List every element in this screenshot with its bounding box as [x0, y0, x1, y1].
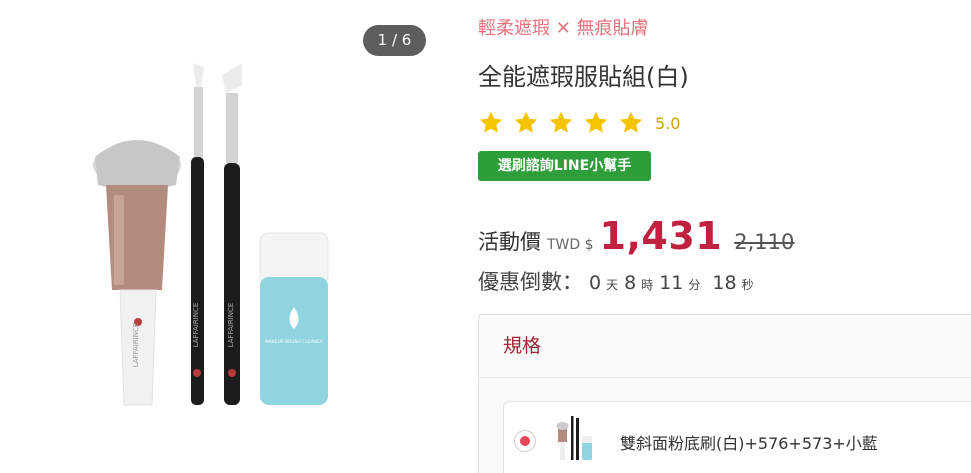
rating: 5.0 [478, 108, 680, 138]
sale-price: 1,431 [599, 214, 723, 258]
line-consult-button[interactable]: 選刷諮詢LINE小幫手 [478, 151, 651, 181]
star-icon [619, 111, 643, 133]
countdown-minutes-unit: 分 [688, 278, 701, 292]
product-tagline: 輕柔遮瑕 ✕ 無痕貼膚 [478, 18, 649, 39]
option-label: 雙斜面粉底刷(白)+576+573+小藍 [620, 434, 878, 453]
svg-text:LAFFAIRINCE: LAFFAIRINCE [192, 303, 200, 348]
product-gallery: LAFFAIRINCE LAFFAIRINCE LAFFAIRINCE MAKE… [0, 0, 460, 473]
countdown-days-unit: 天 [606, 278, 619, 292]
spec-panel: 規格 雙斜面粉底刷(白)+576+573+小藍 [478, 314, 971, 473]
option-radio[interactable] [514, 430, 536, 452]
svg-text:LAFFAIRINCE: LAFFAIRINCE [132, 323, 140, 368]
star-icon [479, 111, 503, 133]
product-image[interactable]: LAFFAIRINCE LAFFAIRINCE LAFFAIRINCE MAKE… [80, 45, 360, 420]
svg-text:MAKEUP BRUSH CLEANER: MAKEUP BRUSH CLEANER [265, 339, 323, 345]
countdown-hours-unit: 時 [641, 278, 654, 292]
star-icon [514, 111, 538, 133]
price-row: 活動價 TWD $ 1,431 2,110 [478, 214, 794, 262]
spec-option[interactable]: 雙斜面粉底刷(白)+576+573+小藍 [503, 401, 971, 473]
star-icon [584, 111, 608, 133]
product-title: 全能遮瑕服貼組(白) [478, 63, 689, 91]
countdown-hours: 8 [624, 272, 637, 294]
original-price: 2,110 [734, 230, 795, 254]
option-thumbnail [556, 416, 592, 460]
star-icon [549, 111, 573, 133]
product-info: 輕柔遮瑕 ✕ 無痕貼膚 全能遮瑕服貼組(白) 5.0 選刷諮詢LINE小幫手 活… [478, 0, 971, 473]
rating-value: 5.0 [655, 113, 681, 133]
image-pager[interactable]: 1 / 6 [363, 25, 426, 56]
countdown-days: 0 [589, 272, 602, 294]
currency-label: TWD $ [547, 237, 594, 253]
countdown-minutes: 11 [659, 272, 684, 294]
price-label: 活動價 [478, 230, 541, 254]
spec-header: 規格 [479, 315, 971, 378]
radio-selected-dot [520, 436, 530, 446]
countdown-seconds-unit: 秒 [741, 278, 754, 292]
svg-text:LAFFAIRINCE: LAFFAIRINCE [227, 303, 235, 348]
countdown-label: 優惠倒數： [478, 270, 583, 294]
countdown-seconds: 18 [712, 272, 737, 294]
countdown: 優惠倒數： 0 天 8 時 11 分 18 秒 [478, 266, 754, 300]
